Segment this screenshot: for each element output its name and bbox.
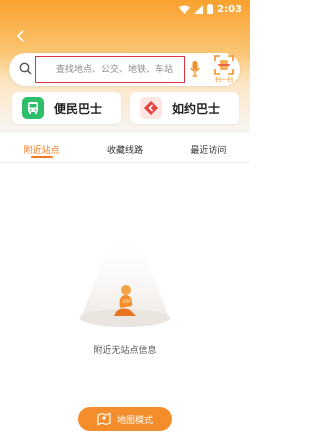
scan-label: 扫一扫 [214,77,233,84]
empty-state-message: 附近无站点信息 [93,346,157,356]
appointment-bus-icon [140,97,162,119]
microphone-icon[interactable] [190,61,200,77]
convenience-bus-label: 便民巴士 [54,101,103,116]
status-bar: 2:03 [0,0,250,18]
tab-favorite-routes[interactable]: 收藏线路 [107,137,143,156]
tab-label: 最近访问 [190,146,227,156]
search-bar: 扫一扫 [9,53,240,86]
empty-state-illustration [80,230,170,327]
appointment-bus-label: 如约巴士 [172,101,221,116]
appointment-bus-card[interactable]: 如约巴士 [130,92,239,124]
scan-button[interactable]: 扫一扫 [208,55,240,84]
map-icon [97,412,111,426]
convenience-bus-card[interactable]: 便民巴士 [12,92,121,124]
map-mode-label: 地图模式 [116,415,153,426]
tab-bar: 附近站点 收藏线路 最近访问 [0,137,250,161]
signal-icon [194,4,204,14]
battery-icon [207,4,214,14]
divider [0,162,250,163]
chevron-left-icon [16,30,24,42]
search-icon [19,62,32,75]
tab-nearby-stations[interactable]: 附近站点 [23,137,60,158]
back-button[interactable] [12,28,28,44]
tab-label: 收藏线路 [106,146,143,156]
tab-active-indicator [30,156,53,158]
tab-label: 附近站点 [23,146,60,156]
tab-recent-visits[interactable]: 最近访问 [190,137,226,156]
scan-icon [214,55,234,75]
search-input[interactable] [35,56,185,83]
wifi-icon [179,5,191,14]
map-mode-button[interactable]: 地图模式 [78,407,172,431]
bus-icon [22,97,44,119]
status-time: 2:03 [217,3,242,15]
